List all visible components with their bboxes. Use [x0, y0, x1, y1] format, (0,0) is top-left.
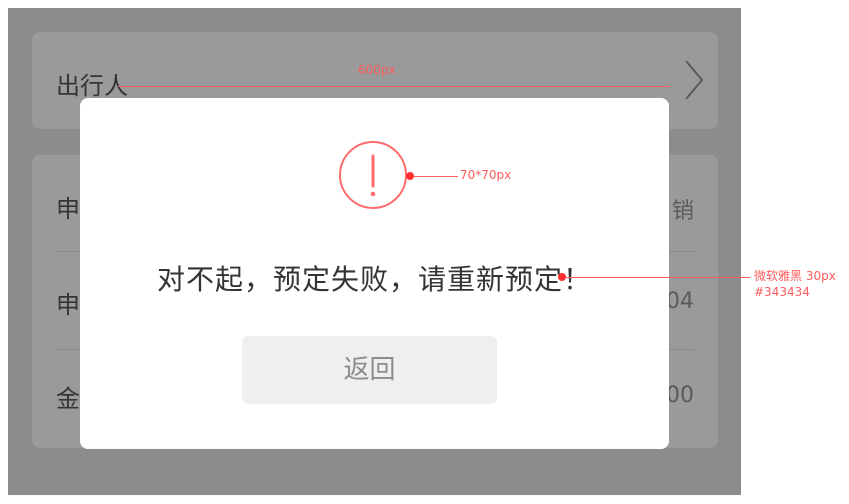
- travelers-label: 出行人: [56, 72, 128, 100]
- list-item-value: 销: [671, 199, 694, 224]
- font-annotation-line2: #343434: [754, 285, 810, 299]
- chevron-right-icon[interactable]: [684, 59, 704, 101]
- text-marker-dot: [558, 273, 566, 281]
- icon-annotation-line: [414, 176, 458, 177]
- width-annotation: 600px: [358, 63, 396, 77]
- app-screen: 出行人 申 销 申 04 金 00 对不起，预定失败，请重新预定！ 返回: [8, 8, 741, 495]
- list-item-label: 申: [56, 195, 80, 223]
- font-annotation-line1: 微软雅黑 30px: [754, 269, 836, 283]
- return-button[interactable]: 返回: [242, 336, 497, 404]
- error-message: 对不起，预定失败，请重新预定！: [156, 263, 592, 296]
- list-item-value: 04: [666, 289, 694, 314]
- list-item-label: 申: [56, 291, 80, 319]
- exclamation-icon: [339, 141, 407, 209]
- error-dialog: 对不起，预定失败，请重新预定！ 返回: [80, 98, 669, 449]
- list-item-label: 金: [56, 385, 80, 413]
- width-measure-line: [118, 86, 670, 87]
- icon-size-annotation: 70*70px: [460, 168, 512, 182]
- list-item-value: 00: [666, 383, 694, 408]
- text-annotation-line: [566, 277, 750, 278]
- icon-marker-dot: [406, 172, 414, 180]
